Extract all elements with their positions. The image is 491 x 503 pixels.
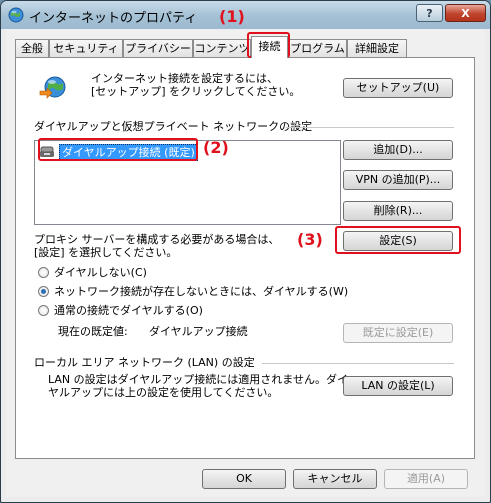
network-setup-icon [38,74,66,102]
title-bar[interactable]: インターネットのプロパティ ? X [1,1,490,29]
radio-label: ダイヤルしない(C) [54,266,147,279]
tab-security[interactable]: セキュリティ [49,39,123,57]
radio-label: 通常の接続でダイヤルする(O) [54,304,203,317]
window-title: インターネットのプロパティ [29,11,198,26]
set-default-button[interactable]: 既定に設定(E) [343,323,453,343]
dialog-client-area: 全般 セキュリティ プライバシー コンテンツ 接続 プログラム 詳細設定 インタ… [6,29,485,497]
help-button[interactable]: ? [416,4,443,22]
tab-privacy[interactable]: プライバシー [123,39,193,57]
tab-programs[interactable]: プログラム [288,39,347,57]
tab-advanced[interactable]: 詳細設定 [347,39,407,57]
dialup-section-label: ダイヤルアップと仮想プライベート ネットワークの設定 [34,120,313,133]
internet-globe-icon [8,7,24,23]
properties-window: インターネットのプロパティ ? X 全般 セキュリティ プライバシー コンテンツ… [0,0,491,503]
annotation-number-1: (1) [219,7,245,26]
radio-button[interactable] [38,286,49,297]
tab-connections[interactable]: 接続 [251,36,288,58]
close-button[interactable]: X [445,4,486,22]
radio-button[interactable] [38,305,49,316]
remove-button[interactable]: 削除(R)... [343,201,453,221]
setup-instruction-line2: [セットアップ] をクリックしてください。 [91,85,301,98]
radio-button[interactable] [38,267,49,278]
radio-label: ネットワーク接続が存在しないときには、ダイヤルする(W) [54,285,349,298]
annotation-number-3: (3) [297,230,323,249]
connections-panel: インターネット接続を設定するには、 [セットアップ] をクリックしてください。 … [15,57,475,459]
tab-general[interactable]: 全般 [15,39,49,57]
lan-section-label: ローカル エリア ネットワーク (LAN) の設定 [34,356,255,369]
add-button[interactable]: 追加(D)... [343,140,453,160]
ok-button[interactable]: OK [202,469,286,489]
lan-instruction-line2: ヤルアップには上の設定を使用してください。 [48,386,279,399]
lan-instruction-line1: LAN の設定はダイヤルアップ接続には適用されません。ダイ [48,373,348,386]
current-default-value: ダイヤルアップ接続 [149,325,248,338]
dialup-divider [286,127,454,128]
setup-button[interactable]: セットアップ(U) [343,78,453,98]
lan-settings-button[interactable]: LAN の設定(L) [343,376,453,396]
current-default-label: 現在の既定値: [58,325,128,338]
apply-button[interactable]: 適用(A) [384,469,468,489]
annotation-number-2: (2) [203,138,229,157]
annotation-box-3 [335,226,461,254]
proxy-instruction-line1: プロキシ サーバーを構成する必要がある場合は、 [34,233,280,246]
setup-instruction-line1: インターネット接続を設定するには、 [91,72,278,85]
cancel-button[interactable]: キャンセル [293,469,377,489]
add-vpn-button[interactable]: VPN の追加(P)... [343,170,453,190]
lan-divider [262,363,454,364]
tab-content[interactable]: コンテンツ [193,39,251,57]
proxy-instruction-line2: [設定] を選択してください。 [34,246,178,259]
annotation-box-2 [38,138,198,161]
